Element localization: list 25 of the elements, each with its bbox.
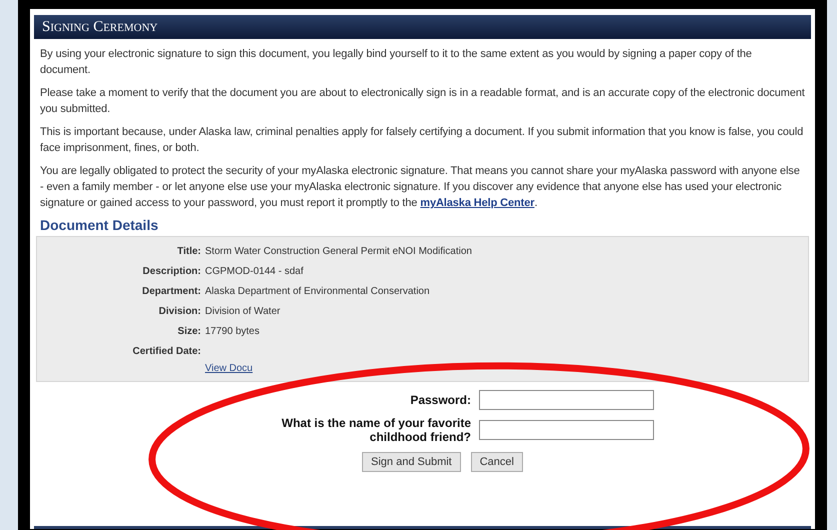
field-label: What is the name of your favorite childhood friend? xyxy=(280,416,471,444)
submit-button[interactable]: Sign and Submit xyxy=(362,452,461,472)
field-label: Password: xyxy=(409,393,471,407)
answer-field[interactable] xyxy=(479,420,654,440)
field-value: Storm Water Construction General Permit eNOI Modification xyxy=(205,244,472,258)
field-label: Division: xyxy=(158,304,202,318)
paragraph: Please take a moment to verify that the document you are about to electronically sign is in a readable format, and is an accurate copy of the electronic document you submitted. xyxy=(40,86,805,117)
section-heading: Document Details xyxy=(39,216,160,235)
field-value: Division of Water xyxy=(205,304,280,318)
field-label: Description: xyxy=(142,264,202,278)
paragraph: This is important because, under Alaska law, criminal penalties apply for falsely certifying a document. If you submit information that you know is false, you could face imprisonment, fines, or both. xyxy=(40,125,804,156)
field-value: 17790 bytes xyxy=(205,324,260,338)
field-label: Title: xyxy=(176,244,202,258)
field-value: Alaska Department of Environmental Conservation xyxy=(205,284,430,298)
help-center-link[interactable]: myAlaska Help Center xyxy=(420,197,534,209)
cancel-button[interactable]: Cancel xyxy=(470,452,523,472)
paragraph: By using your electronic signature to sign this document, you legally bind yourself to it to the same extent as you would by signing a paper copy of the document. xyxy=(40,47,753,78)
section-header: Signing Ceremony xyxy=(34,15,811,39)
field-label: Department: xyxy=(141,284,202,298)
view-document-link[interactable]: View Docu xyxy=(205,363,253,374)
field-value: CGPMOD-0144 - sdaf xyxy=(205,264,304,278)
paragraph: You are legally obligated to protect the security of your myAlaska electronic signature. That means you cannot share your myAlaska password with anyone else - even a family member - or let anyone else use your myAlaska electronic signature. If you discover any evidence that anyone else has used your electronic signature or gained access to your password, you must report it promptly to the myAlaska Help Center. xyxy=(40,164,801,211)
field-label: Size: xyxy=(176,324,202,338)
password-field[interactable] xyxy=(479,390,654,410)
field-label: Certified Date: xyxy=(132,344,202,358)
